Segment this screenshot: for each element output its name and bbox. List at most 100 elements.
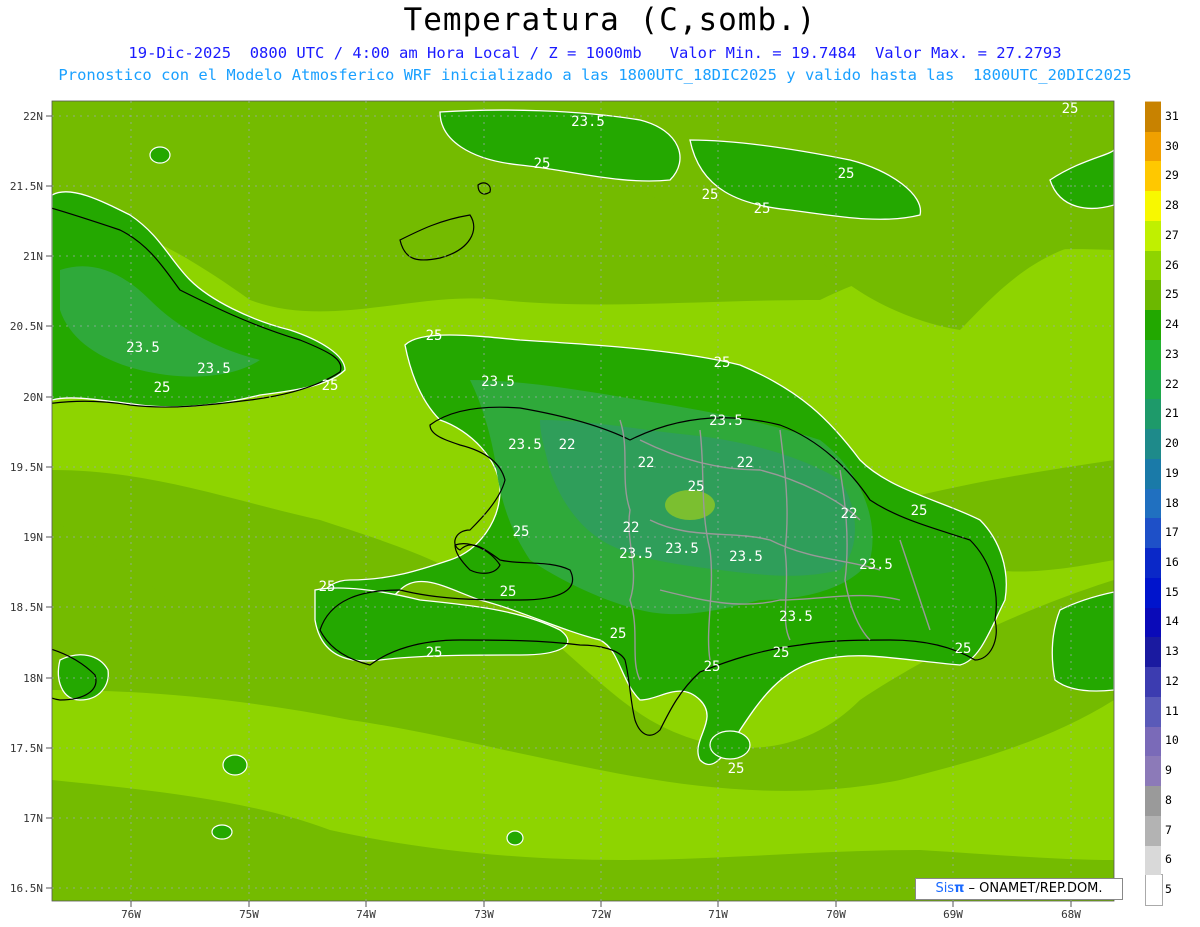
colorbar-label: 16: [1165, 554, 1179, 569]
lat-label: 22N: [23, 110, 43, 123]
colorbar-cell: [1145, 517, 1161, 549]
contour-label: 25: [513, 524, 530, 540]
lat-label: 20.5N: [10, 320, 43, 333]
contour-label: 25: [911, 503, 928, 519]
lat-label: 17.5N: [10, 742, 43, 755]
colorbar-cell: [1145, 666, 1161, 697]
colorbar-label: 7: [1165, 822, 1172, 837]
contour-label: 23.5: [508, 437, 542, 453]
contour-label: 25: [728, 761, 745, 777]
colorbar-label: 26: [1165, 257, 1179, 272]
contour-label: 25: [754, 201, 771, 217]
colorbar-label: 25: [1165, 287, 1179, 302]
colorbar-label: 10: [1165, 733, 1179, 748]
colorbar-cell: [1145, 101, 1161, 132]
colorbar-cell: [1145, 844, 1161, 876]
colorbar-label: 21: [1165, 406, 1179, 421]
colorbar-cell: [1145, 130, 1161, 162]
contour-label: 23.5: [571, 114, 605, 130]
contour-label: 25: [838, 166, 855, 182]
colorbar-label: 5: [1165, 882, 1172, 897]
colorbar-cell: [1145, 428, 1161, 459]
colorbar-cell: [1145, 547, 1161, 578]
contour-label: 25: [426, 645, 443, 661]
colorbar-cell: [1145, 606, 1161, 638]
colorbar-label: 27: [1165, 227, 1179, 242]
colorbar-cell: [1145, 160, 1161, 192]
contour-label: 23.5: [197, 361, 231, 377]
contour-label: 25: [704, 659, 721, 675]
colorbar-cell: [1145, 725, 1161, 757]
colorbar-cell: [1145, 695, 1161, 727]
cell-3: [149, 146, 171, 164]
contour-label: 25: [773, 645, 790, 661]
contour-label: 23.5: [619, 546, 653, 562]
lon-label: 70W: [826, 908, 846, 921]
colorbar-label: 12: [1165, 673, 1179, 688]
colorbar-label: 11: [1165, 703, 1179, 718]
colorbar-label: 14: [1165, 614, 1179, 629]
colorbar-cell: [1145, 487, 1161, 519]
contour-label: 25: [426, 328, 443, 344]
lat-label: 19.5N: [10, 461, 43, 474]
lon-label: 74W: [356, 908, 376, 921]
contour-label: 25: [610, 626, 627, 642]
colorbar-label: 31: [1165, 108, 1179, 123]
contour-label: 25: [702, 187, 719, 203]
contour-label: 23.5: [709, 413, 743, 429]
colorbar-cell: [1145, 219, 1161, 251]
latitude-axis: [46, 115, 52, 889]
lon-label: 73W: [474, 908, 494, 921]
contour-label: 23.5: [859, 557, 893, 573]
colorbar-cell: [1145, 755, 1161, 787]
colorbar-label: 9: [1165, 763, 1172, 778]
lat-label: 21.5N: [10, 180, 43, 193]
contour-label: 22: [559, 437, 576, 453]
colorbar-cell: [1145, 636, 1161, 668]
lat-label: 21N: [23, 250, 43, 263]
contour-label: 22: [638, 455, 655, 471]
colorbar-cell: [1145, 814, 1161, 846]
colorbar-label: 15: [1165, 584, 1179, 599]
colorbar-label: 20: [1165, 436, 1179, 451]
colorbar-cell: [1145, 190, 1161, 221]
credit-box: Sisπ – ONAMET/REP.DOM.: [915, 878, 1123, 900]
colorbar-label: 22: [1165, 376, 1179, 391]
credit-brand: Sis: [935, 881, 955, 896]
contour-label: 22: [841, 506, 858, 522]
colorbar-label: 23: [1165, 346, 1179, 361]
contour-label: 25: [154, 380, 171, 396]
colorbar-label: 13: [1165, 644, 1179, 659]
lon-label: 68W: [1061, 908, 1081, 921]
colorbar-label: 6: [1165, 852, 1172, 867]
colorbar-cell: [1145, 338, 1161, 370]
cell-4: [506, 830, 524, 846]
contour-label: 22: [737, 455, 754, 471]
lat-label: 19N: [23, 531, 43, 544]
contour-label: 25: [500, 584, 517, 600]
contour-label: 25: [714, 355, 731, 371]
cell-2: [211, 824, 233, 840]
lat-label: 18.5N: [10, 601, 43, 614]
contour-label: 23.5: [729, 549, 763, 565]
contour-label: 22: [623, 520, 640, 536]
lat-label: 18N: [23, 672, 43, 685]
lat-label: 16.5N: [10, 882, 43, 895]
contour-label: 23.5: [779, 609, 813, 625]
lat-label: 17N: [23, 812, 43, 825]
temperature-map: 22N 21.5N 21N 20.5N 20N 19.5N 19N 18.5N …: [10, 100, 1115, 921]
colorbar: 5 6 7 8 9 10 11 12 13 14 15 16 17 18 19 20 21 22 23 24 25 26 2…: [1145, 101, 1190, 906]
contour-label: 23.5: [126, 340, 160, 356]
colorbar-cell: [1145, 457, 1161, 489]
colorbar-label: 19: [1165, 465, 1179, 480]
contour-label: 25: [319, 579, 336, 595]
contour-label: 25: [534, 156, 551, 172]
map-field: [52, 101, 1114, 901]
contour-label: 23.5: [481, 374, 515, 390]
colorbar-cell: [1145, 309, 1161, 340]
contour-label: 25: [1062, 101, 1079, 117]
cell-5: [709, 730, 751, 760]
colorbar-label: 17: [1165, 525, 1179, 540]
colorbar-cell: [1145, 368, 1161, 400]
colorbar-label: 28: [1165, 198, 1179, 213]
